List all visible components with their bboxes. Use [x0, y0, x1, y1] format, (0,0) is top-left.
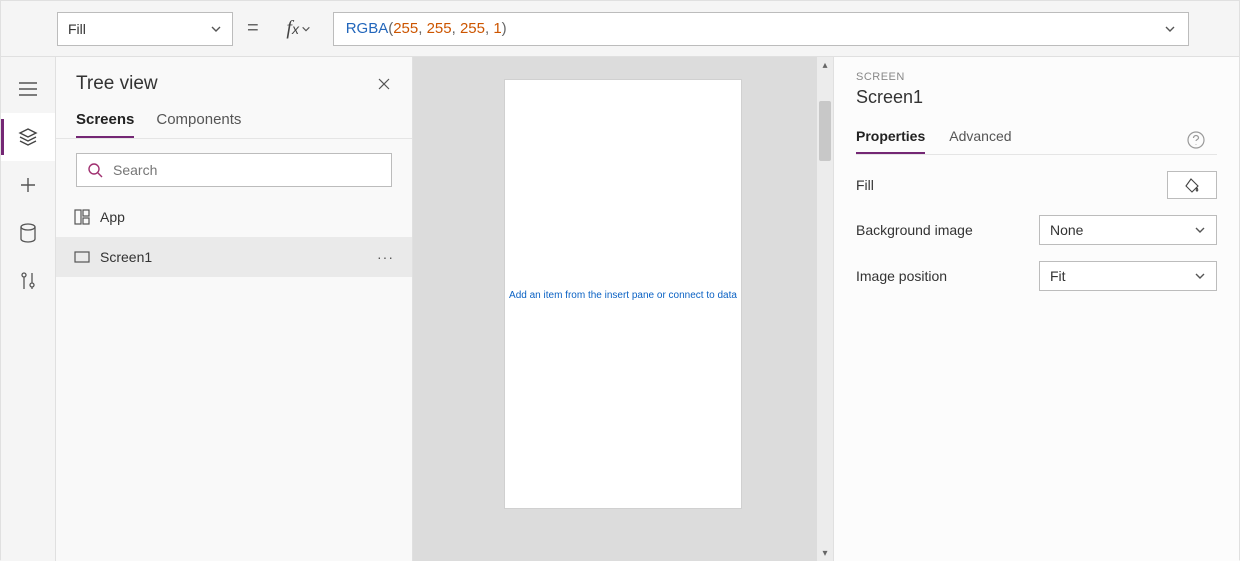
rail-insert[interactable] — [1, 161, 55, 209]
bg-image-select[interactable]: None — [1039, 215, 1217, 245]
chevron-down-icon — [301, 24, 311, 34]
search-icon — [87, 162, 103, 178]
canvas-area: Add an item from the insert pane or conn… — [413, 57, 833, 561]
left-rail — [1, 57, 55, 561]
rail-tree-view[interactable] — [1, 113, 55, 161]
database-icon — [19, 223, 37, 243]
selection-category: SCREEN — [856, 71, 1217, 83]
chevron-down-icon — [1194, 270, 1206, 282]
formula-text: RGBA(255, 255, 255, 1) — [346, 20, 507, 37]
search-input[interactable]: Search — [76, 153, 392, 187]
help-icon[interactable] — [1187, 131, 1205, 149]
screen-icon — [74, 251, 90, 263]
properties-panel: SCREEN Screen1 Properties Advanced Fill … — [833, 57, 1239, 561]
tab-screens[interactable]: Screens — [76, 105, 134, 138]
plus-icon — [19, 176, 37, 194]
property-select-value: Fill — [68, 21, 86, 37]
vertical-scrollbar[interactable]: ▴ ▾ — [817, 57, 833, 561]
properties-tabs: Properties Advanced — [856, 122, 1217, 155]
fx-dropdown[interactable]: fx — [273, 12, 325, 46]
canvas-hint: Add an item from the insert pane or conn… — [505, 290, 741, 301]
more-icon[interactable]: ··· — [377, 249, 394, 265]
fill-color-picker[interactable] — [1167, 171, 1217, 199]
equals-label: = — [241, 17, 265, 40]
close-icon[interactable] — [376, 76, 392, 92]
paint-bucket-icon — [1184, 177, 1200, 193]
bg-image-value: None — [1050, 222, 1083, 238]
tab-advanced[interactable]: Advanced — [949, 122, 1011, 154]
tree-item-label: Screen1 — [100, 249, 152, 265]
chevron-down-icon — [210, 23, 222, 35]
property-select[interactable]: Fill — [57, 12, 233, 46]
prop-label-bg-image: Background image — [856, 222, 973, 238]
prop-label-fill: Fill — [856, 177, 874, 193]
tree-item-screen1[interactable]: Screen1 ··· — [56, 237, 412, 277]
tools-icon — [19, 271, 37, 291]
hamburger-icon — [19, 82, 37, 96]
formula-input[interactable]: RGBA(255, 255, 255, 1) — [333, 12, 1189, 46]
image-position-select[interactable]: Fit — [1039, 261, 1217, 291]
selection-name: Screen1 — [856, 87, 1217, 108]
rail-hamburger[interactable] — [1, 65, 55, 113]
layers-icon — [18, 127, 38, 147]
rail-tools[interactable] — [1, 257, 55, 305]
prop-label-image-position: Image position — [856, 268, 947, 284]
fx-icon: fx — [286, 17, 299, 40]
image-position-value: Fit — [1050, 268, 1066, 284]
tree-item-app[interactable]: App — [56, 197, 412, 237]
rail-data[interactable] — [1, 209, 55, 257]
screen-canvas[interactable]: Add an item from the insert pane or conn… — [504, 79, 742, 509]
chevron-down-icon[interactable] — [1164, 23, 1176, 35]
scroll-thumb[interactable] — [819, 101, 831, 161]
tree-view-title: Tree view — [76, 73, 158, 95]
tree-tabs: Screens Components — [56, 105, 412, 139]
scroll-up-icon[interactable]: ▴ — [817, 57, 833, 73]
app-icon — [74, 209, 90, 225]
search-placeholder: Search — [113, 162, 157, 178]
scroll-down-icon[interactable]: ▾ — [817, 545, 833, 561]
tab-properties[interactable]: Properties — [856, 122, 925, 154]
chevron-down-icon — [1194, 224, 1206, 236]
tab-components[interactable]: Components — [156, 105, 241, 138]
tree-item-label: App — [100, 209, 125, 225]
formula-bar: Fill = fx RGBA(255, 255, 255, 1) — [1, 1, 1239, 57]
tree-view-panel: Tree view Screens Components Search App — [55, 57, 413, 561]
